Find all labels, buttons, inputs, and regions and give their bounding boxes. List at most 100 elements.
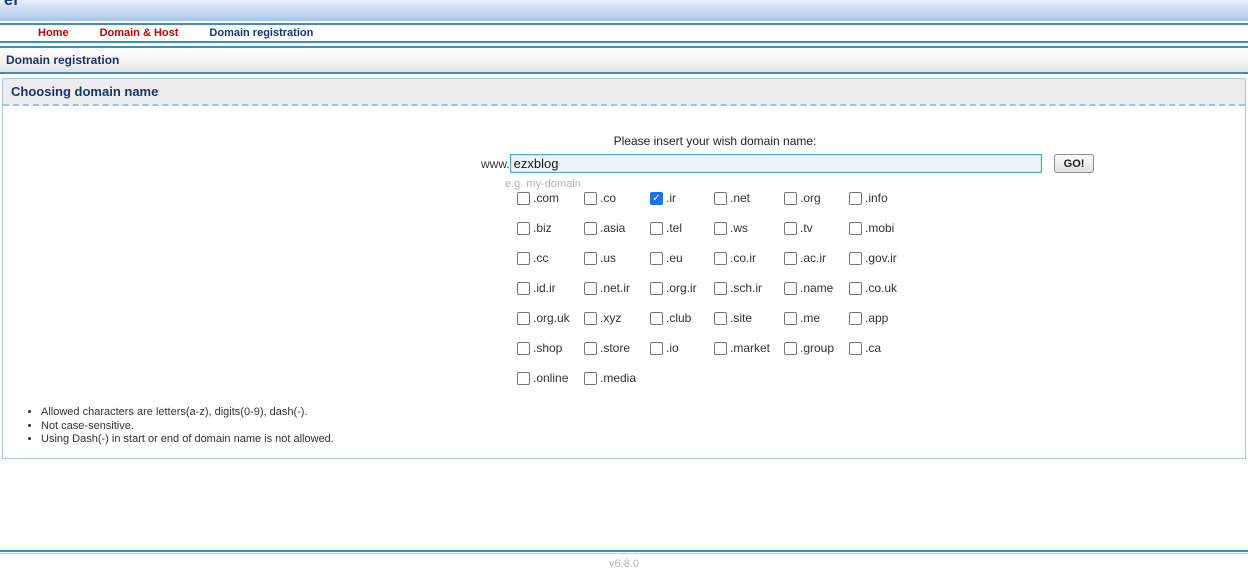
tld-label: .co bbox=[600, 191, 616, 206]
checkbox-icon[interactable] bbox=[849, 342, 862, 355]
tld-option-site[interactable]: .site bbox=[714, 311, 784, 341]
checkbox-icon[interactable] bbox=[517, 372, 530, 385]
tld-option-net-ir[interactable]: .net.ir bbox=[584, 281, 650, 311]
tld-option-net[interactable]: .net bbox=[714, 191, 784, 221]
tld-option-ca[interactable]: .ca bbox=[849, 341, 929, 371]
tld-option-co[interactable]: .co bbox=[584, 191, 650, 221]
tld-option-org-ir[interactable]: .org.ir bbox=[650, 281, 714, 311]
nav-item-home[interactable]: Home bbox=[38, 27, 69, 39]
checkbox-icon[interactable] bbox=[517, 222, 530, 235]
breadcrumb: Domain registration bbox=[0, 46, 1248, 74]
checkbox-icon[interactable] bbox=[650, 222, 663, 235]
checkbox-icon[interactable] bbox=[517, 312, 530, 325]
tld-option-ac-ir[interactable]: .ac.ir bbox=[784, 251, 849, 281]
checkbox-icon[interactable] bbox=[517, 282, 530, 295]
checkbox-icon[interactable] bbox=[784, 342, 797, 355]
checkbox-icon[interactable] bbox=[849, 282, 862, 295]
checkbox-icon[interactable] bbox=[650, 252, 663, 265]
tld-option-mobi[interactable]: .mobi bbox=[849, 221, 929, 251]
tld-label: .org.uk bbox=[533, 311, 570, 326]
tld-option-asia[interactable]: .asia bbox=[584, 221, 650, 251]
nav-item-domain-registration[interactable]: Domain registration bbox=[209, 27, 313, 39]
checkbox-icon[interactable] bbox=[584, 192, 597, 205]
tld-option-biz[interactable]: .biz bbox=[517, 221, 584, 251]
tld-label: .tel bbox=[666, 221, 682, 236]
checkbox-icon[interactable] bbox=[517, 252, 530, 265]
checkbox-icon[interactable] bbox=[784, 312, 797, 325]
footer-gray-divider bbox=[0, 553, 1248, 554]
checkbox-icon[interactable] bbox=[849, 192, 862, 205]
tld-label: .net bbox=[730, 191, 750, 206]
checkbox-icon[interactable] bbox=[784, 222, 797, 235]
tld-option-info[interactable]: .info bbox=[849, 191, 929, 221]
tld-option-xyz[interactable]: .xyz bbox=[584, 311, 650, 341]
partial-logo-text: er bbox=[4, 0, 20, 10]
tld-option-tv[interactable]: .tv bbox=[784, 221, 849, 251]
tld-option-name[interactable]: .name bbox=[784, 281, 849, 311]
tld-label: .market bbox=[730, 341, 770, 356]
checkbox-icon[interactable] bbox=[714, 222, 727, 235]
checkbox-icon[interactable] bbox=[714, 252, 727, 265]
checkbox-icon[interactable] bbox=[714, 282, 727, 295]
tld-option-store[interactable]: .store bbox=[584, 341, 650, 371]
go-button[interactable]: GO! bbox=[1054, 154, 1095, 173]
checkbox-icon[interactable] bbox=[650, 312, 663, 325]
checkbox-icon[interactable] bbox=[650, 282, 663, 295]
tld-option-id-ir[interactable]: .id.ir bbox=[517, 281, 584, 311]
tld-option-eu[interactable]: .eu bbox=[650, 251, 714, 281]
tld-option-me[interactable]: .me bbox=[784, 311, 849, 341]
tld-label: .ir bbox=[666, 191, 676, 206]
tld-option-co-ir[interactable]: .co.ir bbox=[714, 251, 784, 281]
domain-name-input[interactable] bbox=[510, 154, 1042, 173]
checkbox-icon[interactable] bbox=[584, 282, 597, 295]
tld-option-market[interactable]: .market bbox=[714, 341, 784, 371]
checkbox-icon[interactable] bbox=[849, 312, 862, 325]
tld-option-ws[interactable]: .ws bbox=[714, 221, 784, 251]
tld-option-us[interactable]: .us bbox=[584, 251, 650, 281]
checkbox-icon[interactable] bbox=[584, 372, 597, 385]
tld-label: .store bbox=[600, 341, 630, 356]
checkbox-icon[interactable] bbox=[584, 312, 597, 325]
tld-option-shop[interactable]: .shop bbox=[517, 341, 584, 371]
tld-option-group[interactable]: .group bbox=[784, 341, 849, 371]
tld-option-cc[interactable]: .cc bbox=[517, 251, 584, 281]
checkbox-icon[interactable] bbox=[784, 252, 797, 265]
checkbox-icon[interactable] bbox=[714, 312, 727, 325]
tld-label: .id.ir bbox=[533, 281, 556, 296]
checkbox-icon[interactable] bbox=[714, 342, 727, 355]
checkbox-icon[interactable] bbox=[517, 342, 530, 355]
tld-label: .club bbox=[666, 311, 691, 326]
tld-option-com[interactable]: .com bbox=[517, 191, 584, 221]
tld-option-gov-ir[interactable]: .gov.ir bbox=[849, 251, 929, 281]
checkbox-icon[interactable] bbox=[584, 252, 597, 265]
tld-option-sch-ir[interactable]: .sch.ir bbox=[714, 281, 784, 311]
tld-option-media[interactable]: .media bbox=[584, 371, 650, 401]
checkbox-icon[interactable] bbox=[584, 222, 597, 235]
tld-option-app[interactable]: .app bbox=[849, 311, 929, 341]
tld-option-ir[interactable]: ✓.ir bbox=[650, 191, 714, 221]
checkbox-icon[interactable] bbox=[584, 342, 597, 355]
tld-label: .site bbox=[730, 311, 752, 326]
checkbox-icon[interactable] bbox=[784, 282, 797, 295]
checkbox-icon[interactable] bbox=[650, 342, 663, 355]
tld-option-tel[interactable]: .tel bbox=[650, 221, 714, 251]
footer: v6.8.0 bbox=[0, 550, 1248, 570]
tld-option-io[interactable]: .io bbox=[650, 341, 714, 371]
checkbox-checked-icon[interactable]: ✓ bbox=[650, 192, 663, 205]
tld-option-org[interactable]: .org bbox=[784, 191, 849, 221]
tld-option-co-uk[interactable]: .co.uk bbox=[849, 281, 929, 311]
checkbox-icon[interactable] bbox=[849, 252, 862, 265]
choosing-domain-panel: Choosing domain name Please insert your … bbox=[2, 78, 1246, 459]
tld-option-club[interactable]: .club bbox=[650, 311, 714, 341]
tld-label: .us bbox=[600, 251, 616, 266]
domain-rule-item: Allowed characters are letters(a-z), dig… bbox=[41, 406, 334, 420]
checkbox-icon[interactable] bbox=[714, 192, 727, 205]
panel-title: Choosing domain name bbox=[11, 84, 158, 99]
tld-option-online[interactable]: .online bbox=[517, 371, 584, 401]
breadcrumb-bar: Domain registration bbox=[0, 46, 1248, 74]
checkbox-icon[interactable] bbox=[784, 192, 797, 205]
checkbox-icon[interactable] bbox=[517, 192, 530, 205]
nav-item-domain-host[interactable]: Domain & Host bbox=[100, 27, 179, 39]
checkbox-icon[interactable] bbox=[849, 222, 862, 235]
tld-option-org-uk[interactable]: .org.uk bbox=[517, 311, 584, 341]
